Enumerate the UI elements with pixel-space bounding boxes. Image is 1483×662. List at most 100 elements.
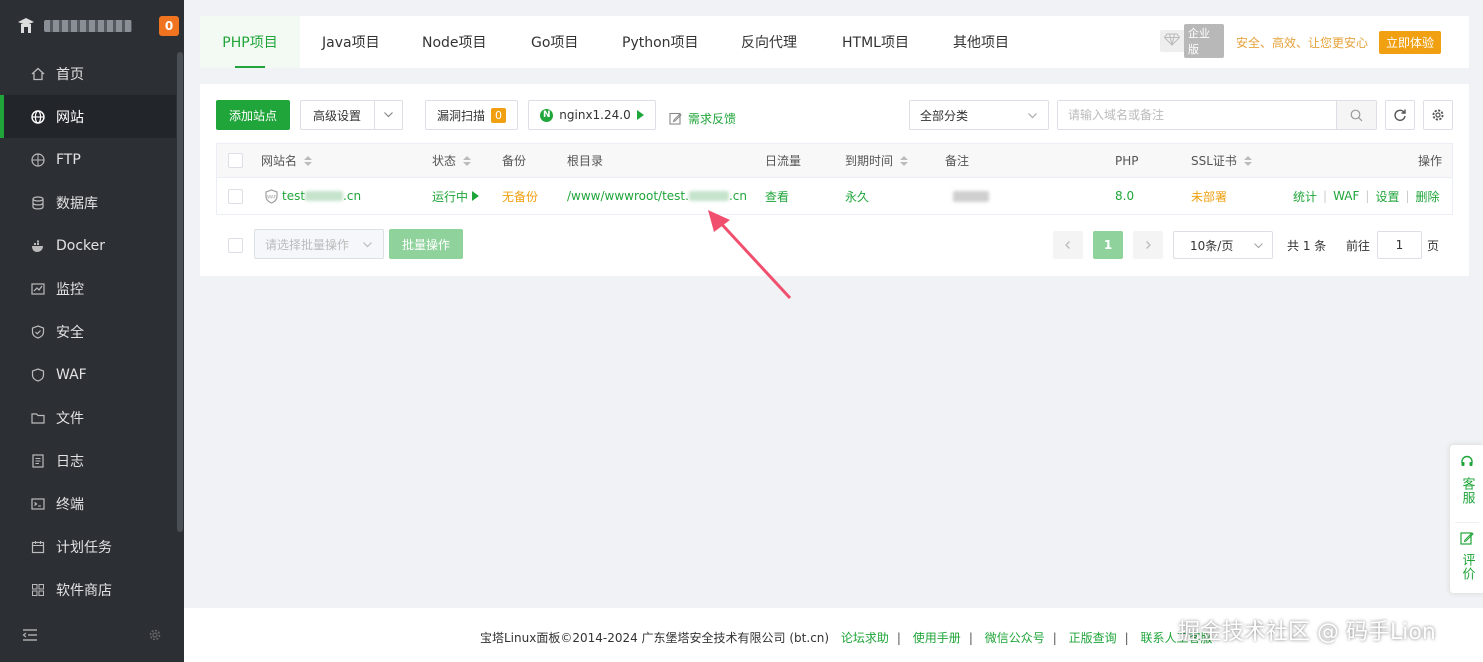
wechat-link[interactable]: 微信公众号 — [985, 631, 1045, 645]
column-header-ssl[interactable]: SSL证书 — [1191, 144, 1252, 177]
license-check-link[interactable]: 正版查询 — [1069, 631, 1117, 645]
notification-badge[interactable]: 0 — [159, 16, 179, 36]
settings-action[interactable]: 设置 — [1375, 188, 1399, 205]
collapse-menu-icon[interactable] — [22, 628, 38, 646]
edit-icon — [1460, 531, 1474, 549]
checkbox[interactable] — [228, 237, 243, 253]
tab-go[interactable]: Go项目 — [531, 16, 578, 68]
row-checkbox[interactable] — [228, 178, 243, 214]
chevron-left-icon — [1065, 241, 1070, 249]
watermark: 掘金技术社区 @ 码手Lion — [1178, 620, 1436, 645]
delete-action[interactable]: 删除 — [1416, 188, 1440, 205]
scrollbar-thumb[interactable] — [177, 52, 183, 532]
checkbox[interactable] — [228, 188, 243, 204]
expire-link[interactable]: 永久 — [845, 178, 869, 214]
tab-node[interactable]: Node项目 — [422, 16, 487, 68]
separator: | — [1052, 631, 1057, 645]
sidebar-item-monitor[interactable]: 监控 — [0, 267, 176, 310]
sidebar-item-security[interactable]: 安全 — [0, 310, 176, 353]
redacted-remark — [953, 190, 989, 202]
advanced-settings-dropdown[interactable]: 高级设置 — [300, 100, 403, 130]
rate-button[interactable]: 评价 — [1450, 531, 1483, 581]
sidebar-item-ftp[interactable]: FTP — [0, 138, 176, 181]
manual-link[interactable]: 使用手册 — [913, 631, 961, 645]
customer-service-button[interactable]: 客服 — [1450, 455, 1483, 505]
svg-text:WAF: WAF — [267, 194, 276, 199]
category-select[interactable]: 全部分类 — [909, 100, 1049, 130]
customer-service-label: 客服 — [1459, 477, 1475, 505]
php-version-link[interactable]: 8.0 — [1115, 178, 1134, 214]
play-icon — [636, 110, 644, 120]
column-header-status[interactable]: 状态 — [432, 144, 472, 177]
enterprise-slogan: 安全、高效、让您更安心 — [1236, 36, 1369, 50]
chevron-down-icon — [362, 239, 373, 253]
page-button-current[interactable]: 1 — [1093, 231, 1123, 259]
column-header-backup: 备份 — [502, 144, 526, 177]
remark-field[interactable] — [953, 178, 989, 214]
sidebar-item-website[interactable]: 网站 — [0, 95, 176, 138]
column-header-name[interactable]: 网站名 — [261, 144, 313, 177]
backup-label: 无备份 — [502, 189, 539, 204]
sidebar-item-waf[interactable]: WAF — [0, 353, 176, 396]
chevron-right-icon — [1146, 241, 1151, 249]
tab-php[interactable]: PHP项目 — [200, 16, 300, 68]
sort-icon[interactable] — [463, 155, 472, 166]
backup-link[interactable]: 无备份 — [502, 178, 538, 214]
column-header-root: 根目录 — [567, 144, 603, 177]
sidebar-item-files[interactable]: 文件 — [0, 396, 176, 439]
search-button[interactable] — [1336, 101, 1376, 129]
goto-page-input[interactable]: 1 — [1377, 231, 1422, 259]
chevron-down-icon — [1027, 110, 1038, 124]
home-icon — [30, 66, 46, 82]
header-label: 网站名 — [261, 154, 298, 168]
forum-link[interactable]: 论坛求助 — [841, 631, 889, 645]
column-header-ops: 操作 — [1418, 144, 1442, 177]
batch-select-all-checkbox[interactable] — [228, 236, 243, 254]
refresh-button[interactable] — [1385, 100, 1415, 130]
waf-action[interactable]: WAF — [1333, 189, 1359, 203]
try-now-button[interactable]: 立即体验 — [1379, 31, 1441, 54]
sidebar-item-logs[interactable]: 日志 — [0, 439, 176, 482]
search-input[interactable] — [1058, 101, 1334, 129]
tab-reverse-proxy[interactable]: 反向代理 — [741, 16, 797, 68]
sidebar-scrollbar[interactable] — [176, 52, 184, 608]
site-name-link[interactable]: WAF test .cn — [264, 178, 361, 214]
column-header-remark: 备注 — [945, 144, 969, 177]
gear-icon[interactable] — [148, 628, 162, 646]
select-all-checkbox[interactable] — [228, 144, 243, 177]
sidebar-item-home[interactable]: 首页 — [0, 52, 176, 95]
checkbox[interactable] — [228, 153, 243, 168]
nginx-status-button[interactable]: N nginx1.24.0 — [528, 100, 656, 130]
tab-java[interactable]: Java项目 — [322, 16, 380, 68]
column-header-expire[interactable]: 到期时间 — [845, 144, 909, 177]
tab-other[interactable]: 其他项目 — [953, 16, 1009, 68]
sidebar-footer — [0, 612, 184, 662]
tab-html[interactable]: HTML项目 — [842, 16, 909, 68]
vulnerability-scan-button[interactable]: 漏洞扫描 0 — [425, 100, 518, 130]
feedback-link[interactable]: 需求反馈 — [669, 108, 736, 128]
table-settings-button[interactable] — [1423, 100, 1453, 130]
sidebar-item-store[interactable]: 软件商店 — [0, 568, 176, 611]
sidebar-item-docker[interactable]: Docker — [0, 224, 176, 267]
sort-icon[interactable] — [1243, 155, 1252, 166]
sidebar-item-database[interactable]: 数据库 — [0, 181, 176, 224]
batch-operation-select[interactable]: 请选择批量操作 — [254, 229, 384, 259]
tab-python[interactable]: Python项目 — [622, 16, 699, 68]
gear-icon — [1432, 109, 1444, 121]
next-page-button[interactable] — [1133, 231, 1163, 259]
page-size-select[interactable]: 10条/页 — [1173, 231, 1273, 259]
add-site-button[interactable]: 添加站点 — [216, 100, 290, 130]
ssl-status-link[interactable]: 未部署 — [1191, 178, 1227, 214]
sort-icon[interactable] — [900, 155, 909, 166]
sort-icon[interactable] — [304, 155, 313, 166]
header-label: 日流量 — [765, 154, 802, 168]
prev-page-button[interactable] — [1053, 231, 1083, 259]
sidebar-item-cron[interactable]: 计划任务 — [0, 525, 176, 568]
header-label: 操作 — [1418, 154, 1443, 168]
stats-action[interactable]: 统计 — [1293, 188, 1317, 205]
status-toggle[interactable]: 运行中 — [432, 178, 480, 214]
sidebar-item-terminal[interactable]: 终端 — [0, 482, 176, 525]
batch-operation-button[interactable]: 批量操作 — [389, 229, 463, 259]
status-label: 运行中 — [432, 189, 469, 204]
log-icon — [30, 453, 46, 469]
